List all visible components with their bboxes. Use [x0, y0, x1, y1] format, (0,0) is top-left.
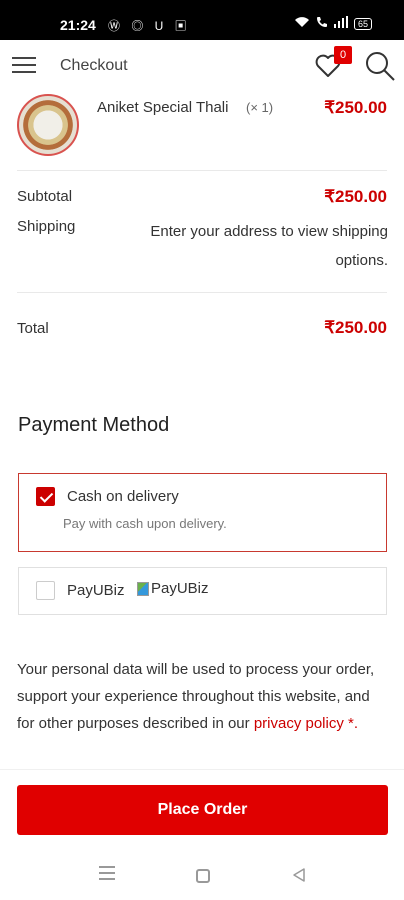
payubiz-label: PayUBiz [67, 582, 125, 599]
divider [0, 769, 404, 770]
page-title: Checkout [60, 57, 128, 74]
hamburger-menu-icon[interactable] [12, 57, 36, 75]
system-nav-bar [0, 852, 404, 900]
notification-icons: Ⓦ ◎ U ▣ [108, 19, 191, 33]
search-icon[interactable] [364, 50, 396, 82]
total-label: Total [17, 320, 49, 337]
status-right-icons: 65 [294, 16, 372, 31]
shipping-label: Shipping [17, 218, 76, 235]
app-header: Checkout 0 [0, 40, 404, 92]
back-icon[interactable] [292, 867, 306, 883]
wishlist-button[interactable]: 0 [314, 46, 352, 80]
cod-label: Cash on delivery [67, 488, 179, 505]
broken-image-icon [137, 581, 149, 596]
call-icon [316, 16, 328, 31]
product-thumbnail [17, 94, 79, 156]
payment-option-payubiz[interactable]: PayUBiz PayUBiz [18, 567, 387, 615]
payment-option-cod[interactable]: Cash on delivery Pay with cash upon deli… [18, 473, 387, 552]
subtotal-label: Subtotal [17, 188, 73, 205]
wishlist-count-badge: 0 [334, 46, 352, 64]
signal-icon [333, 16, 348, 31]
product-name: Aniket Special Thali [97, 99, 229, 116]
recent-apps-icon[interactable] [99, 866, 115, 884]
total-value: ₹250.00 [324, 318, 387, 337]
payubiz-logo-image: PayUBiz [137, 580, 209, 597]
divider [17, 170, 387, 171]
battery-icon: 65 [353, 17, 372, 30]
payubiz-image-alt: PayUBiz [151, 580, 209, 597]
place-order-button[interactable]: Place Order [17, 785, 388, 835]
payubiz-checkbox[interactable] [36, 581, 55, 600]
status-bar: 21:24 Ⓦ ◎ U ▣ 65 [0, 0, 404, 40]
status-time: 21:24 [60, 17, 96, 33]
payment-method-title: Payment Method [18, 414, 170, 436]
divider [17, 292, 387, 293]
product-quantity: (× 1) [246, 100, 274, 115]
subtotal-value: ₹250.00 [324, 187, 387, 206]
privacy-policy-link[interactable]: privacy policy [254, 715, 344, 732]
product-price: ₹250.00 [324, 98, 387, 117]
wifi-icon [294, 16, 310, 31]
privacy-notice: Your personal data will be used to proce… [17, 656, 389, 737]
home-icon[interactable] [196, 869, 210, 883]
cod-description: Pay with cash upon delivery. [63, 516, 227, 531]
order-item-row: Aniket Special Thali (× 1) ₹250.00 [0, 92, 404, 170]
cod-checkbox[interactable] [36, 487, 55, 506]
required-mark: *. [343, 715, 359, 732]
shipping-message: Enter your address to view shipping opti… [150, 223, 388, 269]
